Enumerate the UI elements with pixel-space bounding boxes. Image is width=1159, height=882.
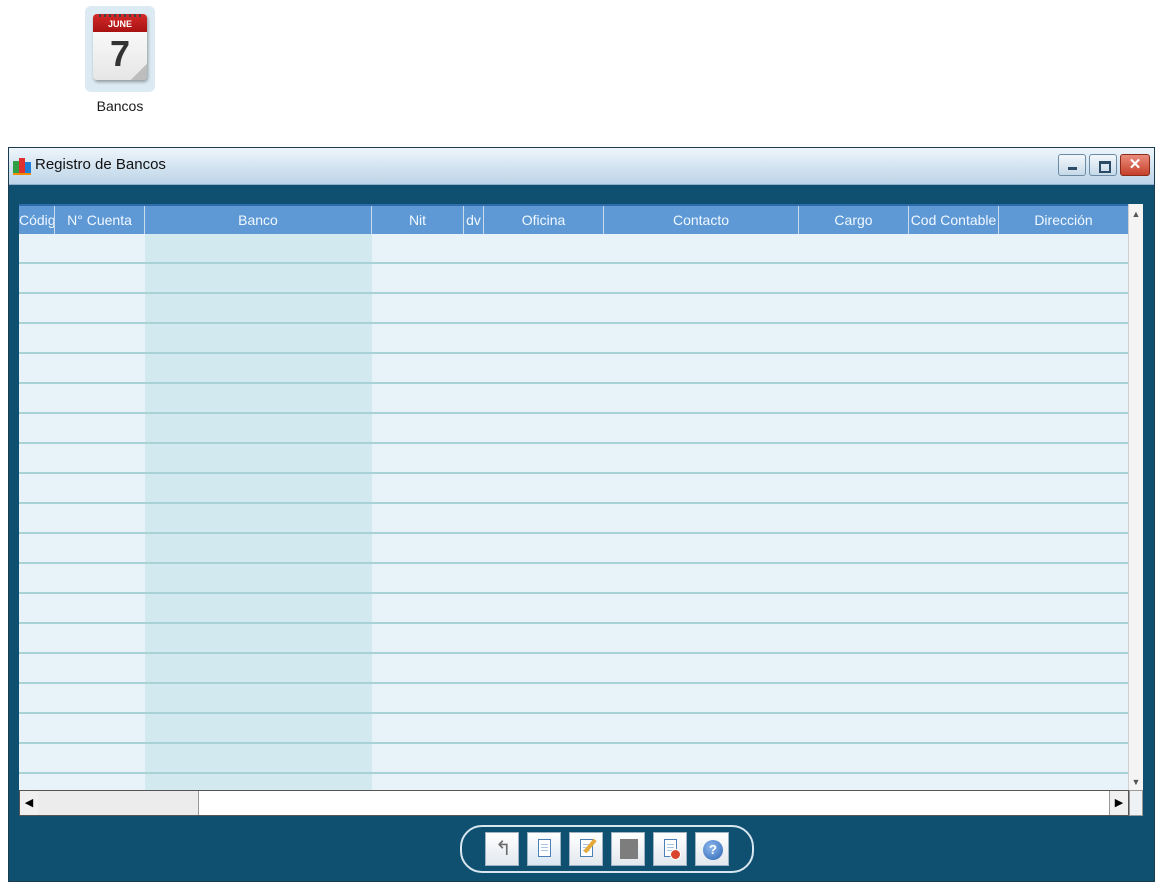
table-row[interactable] [19, 534, 1129, 564]
table-row[interactable] [19, 294, 1129, 324]
table-row[interactable] [19, 564, 1129, 594]
back-button[interactable]: ↰ [485, 832, 519, 866]
scroll-left-arrow-icon[interactable]: ◀ [20, 791, 39, 815]
title-bar[interactable]: Registro de Bancos ✕ [9, 148, 1154, 185]
page-curl [131, 64, 147, 80]
column-header-banco[interactable]: Banco [145, 206, 372, 234]
registro-bancos-window: Registro de Bancos ✕ Códig N° Cuenta Ban… [8, 147, 1155, 882]
column-header-oficina[interactable]: Oficina [484, 206, 604, 234]
table-row[interactable] [19, 384, 1129, 414]
table-row[interactable] [19, 774, 1129, 790]
vertical-scrollbar[interactable]: ▲ ▼ [1128, 204, 1143, 790]
table-row[interactable] [19, 354, 1129, 384]
column-header-contacto[interactable]: Contacto [604, 206, 799, 234]
desktop-icon-label: Bancos [96, 98, 144, 114]
table-row[interactable] [19, 264, 1129, 294]
bancos-grid[interactable]: Códig N° Cuenta Banco Nit dv Oficina Con… [19, 204, 1143, 790]
table-row[interactable] [19, 324, 1129, 354]
close-button[interactable]: ✕ [1120, 154, 1150, 176]
stop-button[interactable] [611, 832, 645, 866]
app-icon [13, 158, 31, 175]
minimize-button[interactable] [1058, 154, 1086, 176]
table-row[interactable] [19, 624, 1129, 654]
column-header-cuenta[interactable]: N° Cuenta [55, 206, 145, 234]
table-row[interactable] [19, 684, 1129, 714]
desktop-icon-bancos[interactable]: JUNE 7 Bancos [72, 6, 168, 114]
edit-button[interactable] [569, 832, 603, 866]
column-header-codigo[interactable]: Códig [19, 206, 55, 234]
table-row[interactable] [19, 744, 1129, 774]
window-title: Registro de Bancos [35, 156, 166, 173]
table-row[interactable] [19, 474, 1129, 504]
column-header-cod-contable[interactable]: Cod Contable [909, 206, 999, 234]
column-header-cargo[interactable]: Cargo [799, 206, 909, 234]
table-row[interactable] [19, 504, 1129, 534]
action-toolbar: ↰ ? [460, 825, 754, 873]
table-row[interactable] [19, 594, 1129, 624]
gray-square-icon [620, 839, 638, 859]
column-header-direccion[interactable]: Dirección [999, 206, 1129, 234]
horizontal-scroll-thumb[interactable] [38, 791, 199, 815]
scrollbar-corner [1129, 790, 1143, 816]
help-icon: ? [703, 840, 723, 860]
calendar-icon: JUNE 7 [85, 6, 155, 92]
undo-arrow-icon: ↰ [495, 838, 512, 860]
table-row[interactable] [19, 654, 1129, 684]
delete-badge-icon [670, 849, 681, 860]
help-button[interactable]: ? [695, 832, 729, 866]
grid-body [19, 234, 1129, 790]
horizontal-scrollbar[interactable]: ◀ ▶ [19, 790, 1129, 816]
new-document-icon [538, 839, 551, 857]
table-row[interactable] [19, 444, 1129, 474]
table-row[interactable] [19, 234, 1129, 264]
grid-header: Códig N° Cuenta Banco Nit dv Oficina Con… [19, 204, 1129, 234]
delete-button[interactable] [653, 832, 687, 866]
calendar-rings [99, 14, 141, 17]
scroll-down-arrow-icon[interactable]: ▼ [1129, 774, 1143, 790]
column-header-dv[interactable]: dv [464, 206, 484, 234]
column-header-nit[interactable]: Nit [372, 206, 464, 234]
table-row[interactable] [19, 714, 1129, 744]
scroll-up-arrow-icon[interactable]: ▲ [1129, 206, 1143, 222]
scroll-right-arrow-icon[interactable]: ▶ [1109, 791, 1128, 815]
new-button[interactable] [527, 832, 561, 866]
maximize-button[interactable] [1089, 154, 1117, 176]
table-row[interactable] [19, 414, 1129, 444]
